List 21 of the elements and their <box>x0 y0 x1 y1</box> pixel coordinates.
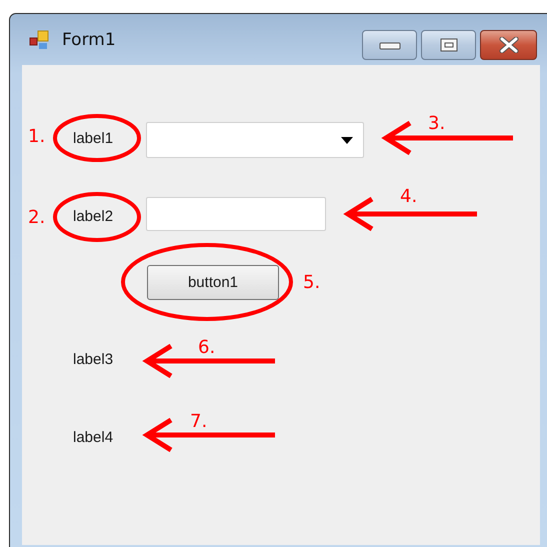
form-button[interactable]: button1 <box>147 265 279 300</box>
form-label: label3 <box>73 350 114 370</box>
annotation-number: 4. <box>400 186 418 207</box>
form-label: label2 <box>73 207 114 227</box>
annotation-number: 2. <box>28 207 46 228</box>
close-button[interactable] <box>480 30 537 60</box>
minimize-button[interactable] <box>362 30 417 60</box>
text-input-field[interactable] <box>146 197 326 231</box>
annotation-number: 6. <box>198 337 216 358</box>
window-title: Form1 <box>62 30 116 50</box>
form-label: label4 <box>73 428 114 448</box>
form-icon <box>29 30 49 50</box>
close-icon <box>498 37 520 53</box>
annotation-number: 5. <box>303 272 320 293</box>
dropdown-caret-icon <box>341 137 353 145</box>
maximize-button[interactable] <box>421 30 476 60</box>
form-label: label1 <box>73 129 114 149</box>
maximize-icon <box>440 38 458 52</box>
annotation-number: 3. <box>428 113 446 134</box>
annotation-number: 7. <box>190 411 208 432</box>
annotation-number: 1. <box>28 126 46 147</box>
